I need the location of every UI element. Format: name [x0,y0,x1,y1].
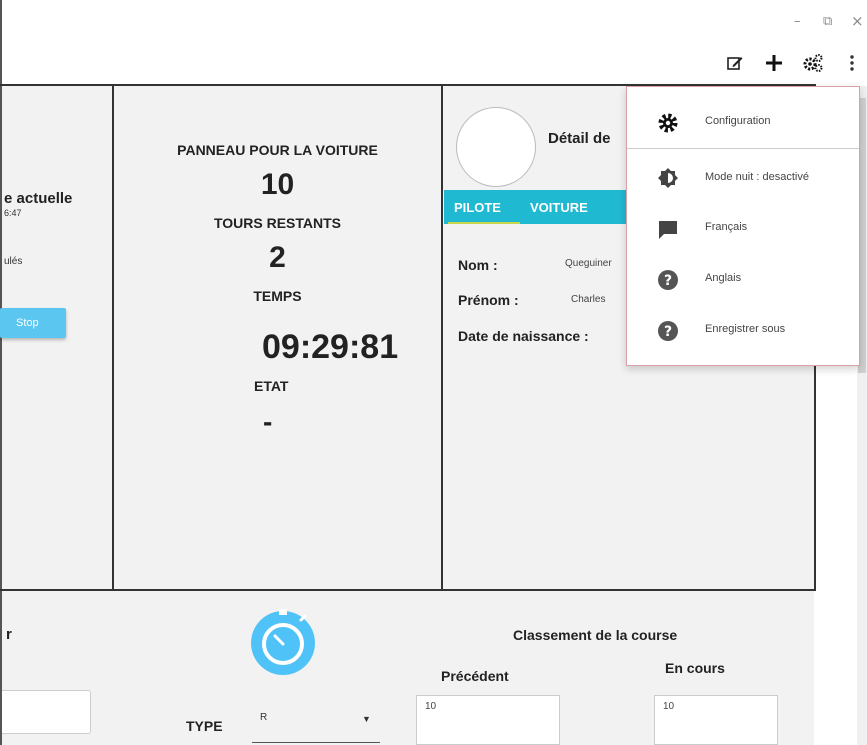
ranking-title: Classement de la course [513,627,678,643]
board-title: PANNEAU POUR LA VOITURE [177,142,378,158]
time-count-value: 2 [269,241,286,274]
menu-item-label: Français [705,221,748,233]
time-label: TEMPS [253,288,302,304]
state-label: ETAT [254,378,289,394]
close-button[interactable]: × [851,12,864,30]
plus-icon[interactable] [763,52,785,74]
gear-icon [657,112,679,134]
left-input[interactable] [2,690,91,734]
edit-icon[interactable] [724,52,746,74]
type-label: TYPE [186,718,223,734]
stopwatch-icon[interactable] [248,606,318,676]
field-label-prenom: Prénom : [458,292,519,308]
current-label: En cours [665,660,725,676]
current-ranking-list[interactable]: 10 [654,695,778,745]
help-icon: ? [657,269,679,291]
svg-text:?: ? [664,273,672,289]
menu-item-configuration[interactable]: Configuration [627,98,859,148]
menu-item-label: Anglais [705,272,742,284]
menu-item-label: Enregistrer sous [705,323,786,335]
menu-item-label: Mode nuit : desactivé [705,171,809,183]
previous-ranking-value: 10 [425,701,437,712]
time-value: 09:29:81 [262,328,399,366]
field-label-birthdate: Date de naissance : [458,328,589,344]
comment-icon [657,218,679,240]
avatar [456,107,536,187]
state-value: - [263,406,273,437]
menu-item-francais[interactable]: Français [627,204,859,254]
settings-icon[interactable] [802,52,824,74]
field-label-nom: Nom : [458,257,498,273]
field-value-nom: Queguiner [565,258,612,269]
detail-title: Détail de [548,130,611,147]
menu-divider [627,148,859,149]
menu-item-anglais[interactable]: ? Anglais [627,255,859,305]
bottom-left-title: r [6,626,12,643]
chevron-down-icon: ▼ [362,714,371,724]
laps-remaining-label: TOURS RESTANTS [213,215,342,231]
current-session-title: e actuelle [4,190,73,207]
type-select[interactable]: R ▼ [252,712,380,743]
tab-pilote[interactable]: PILOTE [454,200,501,215]
brightness-icon [657,167,679,189]
status-text: ulés [4,256,23,267]
previous-label: Précédent [441,668,509,684]
laps-remaining-value: 10 [260,168,295,201]
active-tab-indicator [448,222,520,224]
current-time: 6:47 [4,208,22,218]
maximize-button[interactable]: ⧉ [823,14,832,29]
menu-item-save-as[interactable]: ? Enregistrer sous [627,306,859,356]
previous-ranking-list[interactable]: 10 [416,695,560,745]
tab-voiture[interactable]: VOITURE [530,200,588,215]
current-ranking-value: 10 [663,701,675,712]
menu-item-label: Configuration [705,115,771,127]
help-icon: ? [657,320,679,342]
settings-menu: Configuration Mode nuit : desactivé Fran… [626,86,860,366]
stop-button[interactable]: Stop [0,308,66,338]
minimize-button[interactable]: – [794,14,801,29]
menu-item-night-mode[interactable]: Mode nuit : desactivé [627,153,859,203]
type-select-value: R [260,712,268,723]
svg-text:?: ? [664,324,672,340]
more-icon[interactable] [845,52,859,74]
field-value-prenom: Charles [571,294,606,305]
